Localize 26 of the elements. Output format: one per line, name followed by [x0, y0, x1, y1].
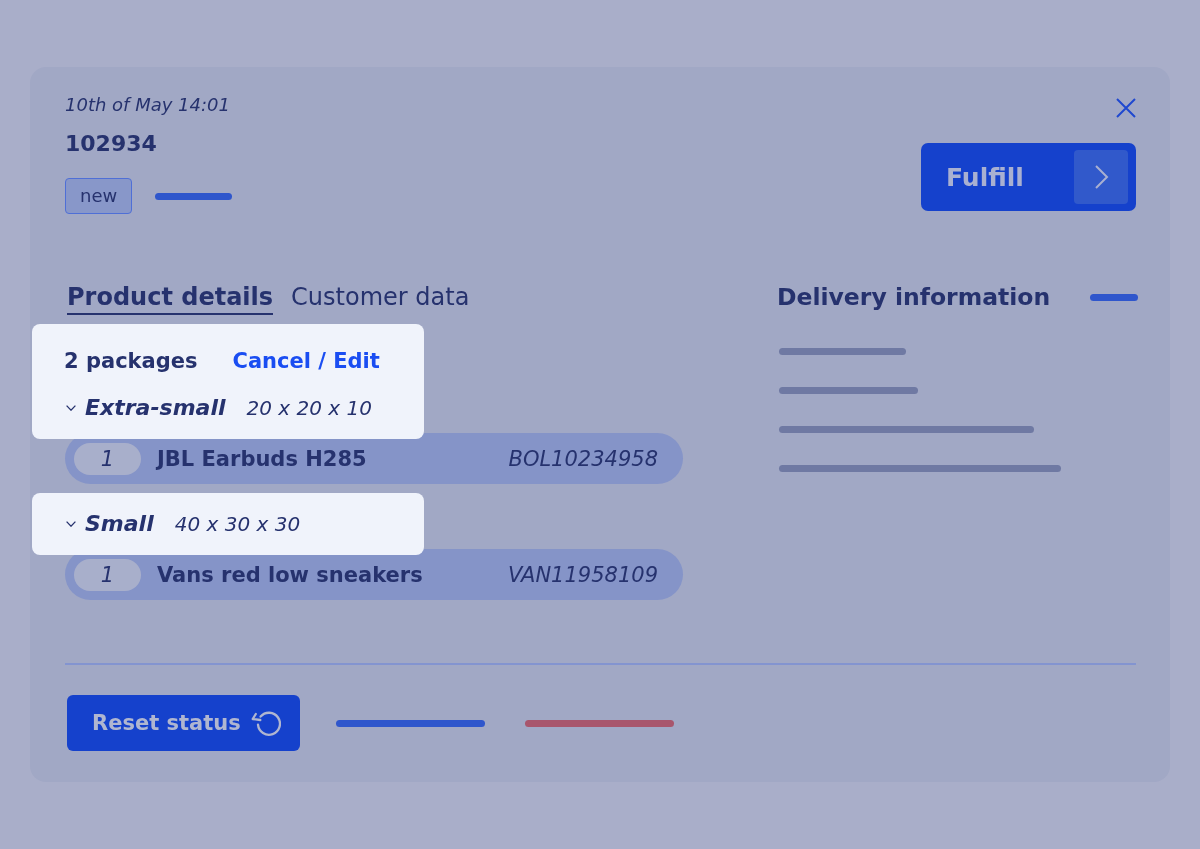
reset-status-button[interactable]: Reset status — [67, 695, 300, 751]
package-size: Small — [85, 510, 154, 538]
tab[interactable]: Customer data — [291, 283, 470, 315]
package-size: Extra-small — [85, 394, 226, 422]
package-count: 2 packages — [64, 348, 198, 375]
product-sku: BOL10234958 — [508, 446, 658, 471]
quantity-badge: 1 — [74, 558, 141, 591]
product-name: JBL Earbuds H285 — [157, 446, 367, 471]
package-dimensions: 40 x 30 x 30 — [174, 511, 301, 538]
section-title: Delivery information — [777, 283, 1051, 311]
fulfill-button[interactable]: Fulfill — [921, 143, 1136, 211]
placeholder-line — [1090, 293, 1138, 301]
refresh-icon — [250, 709, 281, 737]
tab[interactable]: Product details — [67, 283, 274, 315]
chevron-right-icon — [1074, 150, 1128, 204]
close-icon[interactable] — [1116, 98, 1136, 118]
product-sku: VAN11958109 — [508, 562, 658, 587]
cancel-edit-link[interactable]: Cancel / Edit — [232, 347, 380, 375]
chevron-down-icon[interactable] — [66, 521, 76, 527]
product-name: Vans red low sneakers — [157, 562, 423, 587]
status-badge: new — [65, 178, 133, 214]
order-number: 102934 — [65, 130, 157, 158]
quantity-badge: 1 — [74, 442, 141, 475]
order-timestamp: 10th of May 14:01 — [65, 93, 230, 117]
chevron-down-icon[interactable] — [66, 405, 76, 411]
package-dimensions: 20 x 20 x 10 — [246, 395, 372, 422]
